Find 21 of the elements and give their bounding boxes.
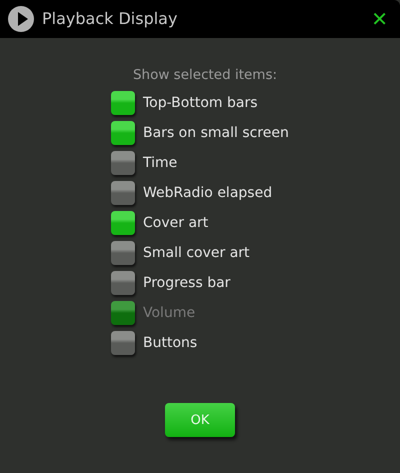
checkbox[interactable] [111, 241, 135, 266]
checkbox[interactable] [111, 271, 135, 296]
checkbox-label: Buttons [143, 334, 198, 353]
checkbox-label: Top-Bottom bars [143, 94, 258, 113]
checkbox-label: WebRadio elapsed [143, 184, 272, 203]
checkbox-label: Progress bar [143, 274, 230, 293]
play-icon [8, 6, 34, 32]
checkbox-label: Time [143, 154, 178, 173]
checkbox-label: Small cover art [143, 244, 250, 263]
checkbox-label: Cover art [143, 214, 208, 233]
checkbox[interactable] [111, 91, 135, 116]
checkbox-label: Volume [143, 304, 196, 323]
checkbox[interactable] [111, 211, 135, 236]
checkbox[interactable] [111, 121, 135, 146]
checkbox[interactable] [111, 181, 135, 206]
close-button[interactable]: ✕ [367, 9, 392, 29]
window-title: Playback Display [42, 8, 178, 30]
checkbox[interactable] [111, 331, 135, 356]
section-heading: Show selected items: [132, 66, 278, 85]
checkbox[interactable] [111, 151, 135, 176]
checkbox-label: Bars on small screen [143, 124, 289, 143]
